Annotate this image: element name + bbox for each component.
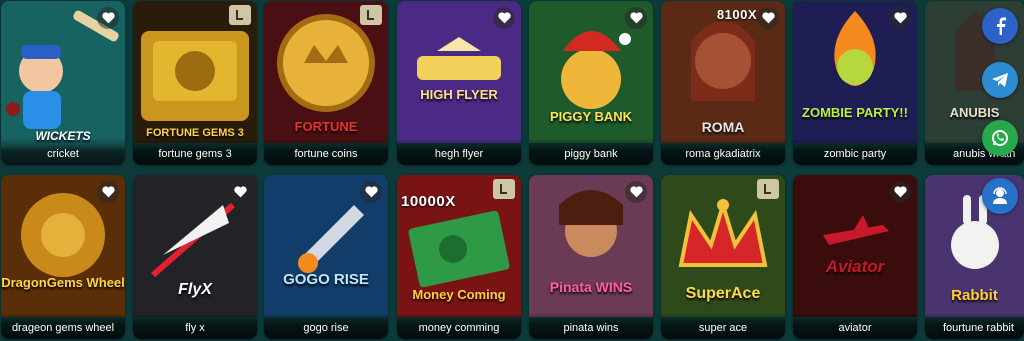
game-logo-text: ROMA	[701, 119, 745, 135]
game-tile-fly-x[interactable]: FlyX fly x	[133, 175, 257, 339]
game-logo-text: FORTUNE	[294, 119, 358, 134]
game-title: roma gkadiatrix	[661, 139, 785, 165]
game-logo-text: Aviator	[825, 257, 885, 276]
game-title: gogo rise	[264, 313, 388, 339]
provider-badge-icon	[757, 179, 779, 199]
telegram-button[interactable]	[982, 62, 1018, 98]
game-title: hegh flyer	[397, 139, 521, 165]
game-tile-super-ace[interactable]: SuperAce super ace	[661, 175, 785, 339]
game-tile-fortune-coins[interactable]: FORTUNE fortune coins	[264, 1, 388, 165]
game-logo-text: Money Coming	[412, 287, 506, 302]
whatsapp-icon	[992, 130, 1008, 146]
favorite-heart-icon[interactable]	[360, 181, 382, 203]
game-tile-pinata-wins[interactable]: Pinata WINS pinata wins	[529, 175, 653, 339]
game-logo-text: ZOMBIE PARTY!!	[802, 105, 908, 120]
game-logo-text: ANUBIS	[949, 105, 1000, 120]
game-title: fortune coins	[264, 139, 388, 165]
game-logo-text: DragonGems Wheel	[1, 275, 125, 290]
game-title: drageon gems wheel	[1, 313, 125, 339]
multiplier-badge: 8100X	[716, 7, 757, 22]
support-button[interactable]	[982, 178, 1018, 214]
provider-badge-icon	[229, 5, 251, 25]
support-agent-icon	[993, 187, 1007, 204]
game-tile-zombie-party[interactable]: ZOMBIE PARTY!! zombic party	[793, 1, 917, 165]
game-logo-text: GOGO RISE	[283, 271, 369, 288]
game-logo-text: FORTUNE GEMS 3	[146, 127, 244, 139]
game-tile-money-coming[interactable]: 10000X Money Coming money comming	[397, 175, 521, 339]
favorite-heart-icon[interactable]	[97, 181, 119, 203]
favorite-heart-icon[interactable]	[493, 7, 515, 29]
favorite-heart-icon[interactable]	[229, 181, 251, 203]
multiplier-badge: 10000X	[401, 193, 456, 210]
game-title: cricket	[1, 139, 125, 165]
favorite-heart-icon[interactable]	[97, 7, 119, 29]
game-title: fly x	[133, 313, 257, 339]
favorite-heart-icon[interactable]	[889, 181, 911, 203]
favorite-heart-icon[interactable]	[889, 7, 911, 29]
game-logo-text: PIGGY BANK	[549, 109, 633, 124]
game-tile-piggy-bank[interactable]: PIGGY BANK piggy bank	[529, 1, 653, 165]
game-tile-gogo-rise[interactable]: GOGO RISE gogo rise	[264, 175, 388, 339]
game-tile-cricket[interactable]: WICKETS cricket	[1, 1, 125, 165]
game-title: fourtune rabbit	[925, 313, 1024, 339]
game-title: piggy bank	[529, 139, 653, 165]
game-logo-text: Pinata WINS	[549, 279, 633, 295]
whatsapp-button[interactable]	[982, 120, 1018, 156]
game-title: zombic party	[793, 139, 917, 165]
game-title: pinata wins	[529, 313, 653, 339]
facebook-icon	[997, 17, 1006, 35]
game-logo-text: Rabbit	[951, 287, 998, 304]
facebook-button[interactable]	[982, 8, 1018, 44]
game-logo-text: HIGH FLYER	[420, 87, 498, 102]
provider-badge-icon	[360, 5, 382, 25]
favorite-heart-icon[interactable]	[757, 7, 779, 29]
favorite-heart-icon[interactable]	[625, 7, 647, 29]
game-title: aviator	[793, 313, 917, 339]
game-tile-high-flyer[interactable]: HIGH FLYER hegh flyer	[397, 1, 521, 165]
game-title: super ace	[661, 313, 785, 339]
game-tile-dragon-gems-wheel[interactable]: DragonGems Wheel drageon gems wheel	[1, 175, 125, 339]
provider-badge-icon	[493, 179, 515, 199]
game-title: money comming	[397, 313, 521, 339]
telegram-icon	[992, 73, 1008, 87]
game-grid: WICKETS cricket FORTUNE GEMS 3 fortune g…	[0, 0, 1024, 341]
game-tile-fortune-gems-3[interactable]: FORTUNE GEMS 3 fortune gems 3	[133, 1, 257, 165]
game-tile-aviator[interactable]: Aviator aviator	[793, 175, 917, 339]
favorite-heart-icon[interactable]	[625, 181, 647, 203]
game-title: fortune gems 3	[133, 139, 257, 165]
game-logo-text: SuperAce	[685, 285, 761, 302]
game-logo-text: FlyX	[178, 281, 212, 298]
game-tile-roma-gladiatrix[interactable]: 8100X ROMA roma gkadiatrix	[661, 1, 785, 165]
